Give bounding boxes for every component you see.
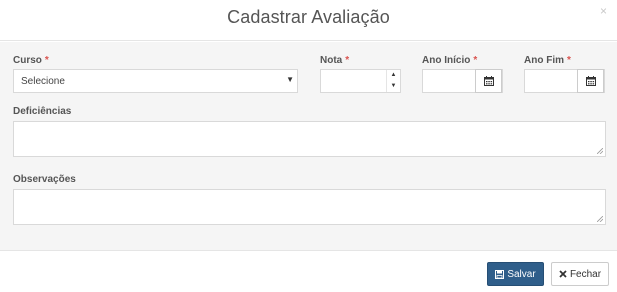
nota-label: Nota * [320, 55, 349, 66]
spin-down-icon[interactable]: ▼ [386, 81, 400, 92]
curso-select[interactable]: Selecione ▼ [13, 69, 298, 93]
modal-header: Cadastrar Avaliação × [0, 0, 617, 41]
curso-select-value: Selecione [21, 76, 65, 87]
resize-grip-icon[interactable] [597, 148, 603, 154]
required-mark: * [567, 55, 571, 66]
required-mark: * [44, 55, 49, 66]
ano-inicio-label-text: Ano Início [422, 55, 471, 66]
ano-fim-label-text: Ano Fim [524, 55, 564, 66]
ano-inicio-input[interactable] [422, 69, 503, 93]
close-button[interactable]: Fechar [551, 262, 609, 286]
observacoes-textarea[interactable] [13, 189, 606, 225]
deficiencias-textarea[interactable] [13, 121, 606, 157]
caret-down-icon: ▼ [286, 75, 294, 84]
deficiencias-label-text: Deficiências [13, 106, 72, 117]
modal-title: Cadastrar Avaliação [227, 7, 390, 27]
calendar-icon [483, 76, 494, 86]
modal-footer: Salvar Fechar [0, 250, 617, 292]
calendar-icon [585, 76, 596, 86]
times-icon [559, 270, 567, 278]
nota-input[interactable]: ▲ ▼ [320, 69, 401, 93]
observacoes-label-text: Observações [13, 174, 76, 185]
nota-spinner: ▲ ▼ [386, 70, 400, 92]
save-button-label: Salvar [507, 268, 536, 280]
close-button-label: Fechar [569, 268, 602, 280]
observacoes-label: Observações [13, 174, 76, 185]
nota-label-text: Nota [320, 55, 343, 66]
required-mark: * [473, 55, 478, 66]
curso-label-text: Curso [13, 55, 42, 66]
modal-dialog: Cadastrar Avaliação × Curso * Selecione ▼… [0, 0, 617, 292]
close-icon[interactable]: × [600, 5, 607, 17]
save-button[interactable]: Salvar [487, 262, 544, 286]
ano-fim-label: Ano Fim * [524, 55, 571, 66]
required-mark: * [345, 55, 350, 66]
deficiencias-label: Deficiências [13, 106, 71, 117]
ano-inicio-label: Ano Início * [422, 55, 477, 66]
ano-fim-calendar-button[interactable] [577, 69, 604, 93]
curso-label: Curso * [13, 55, 49, 66]
ano-fim-input[interactable] [524, 69, 605, 93]
resize-grip-icon[interactable] [597, 216, 603, 222]
floppy-disk-icon [495, 269, 505, 279]
ano-inicio-calendar-button[interactable] [475, 69, 502, 93]
spin-up-icon[interactable]: ▲ [386, 70, 400, 81]
